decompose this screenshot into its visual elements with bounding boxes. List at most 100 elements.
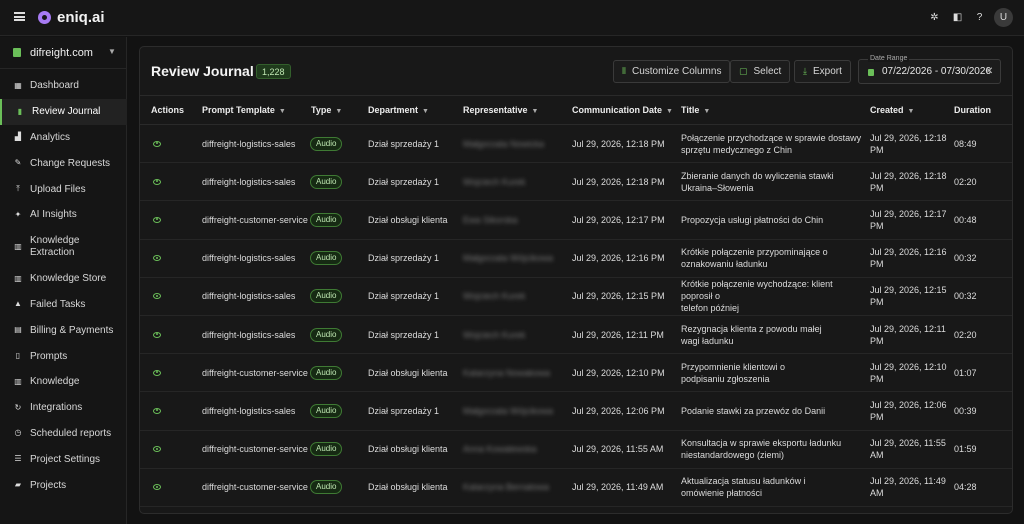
representative-name: Wojciech Kurek — [463, 329, 526, 340]
column-header-prompt-template[interactable]: Prompt Template ▼ — [202, 105, 286, 115]
communication-date-cell: Jul 29, 2026, 12:10 PM — [572, 367, 665, 378]
table-row[interactable]: diffreight-logistics-sales Audio Dział spr… — [140, 278, 1012, 316]
date-range-label: Date Range — [868, 55, 910, 62]
sidebar-item-project-settings[interactable]: ☰ Project Settings — [0, 446, 127, 472]
table-row[interactable]: diffreight-logistics-sales Audio Dział spr… — [140, 392, 1012, 431]
sidebar-item-scheduled-reports[interactable]: ◷ Scheduled reports — [0, 421, 127, 447]
prompt-template-cell: diffreight-logistics-sales — [202, 291, 296, 302]
checkbox-icon: ▢ — [739, 66, 748, 76]
title-cell: Krótkie połączenie przypominające o oznak… — [681, 246, 866, 270]
column-header-representative[interactable]: Representative ▼ — [463, 105, 538, 115]
view-icon[interactable] — [153, 140, 161, 147]
select-label: Select — [753, 66, 782, 77]
customize-columns-label: Customize Columns — [631, 66, 722, 77]
sidebar-item-failed-tasks[interactable]: ▲ Failed Tasks — [0, 292, 127, 318]
clock-icon: ◷ — [14, 428, 22, 438]
sort-icon: ▼ — [703, 108, 711, 115]
title-cell: Rezygnacja klienta z powodu małej wagi ła… — [681, 323, 866, 347]
date-range-picker[interactable]: Date Range 07/22/2026 - 07/30/2026 ✕ — [858, 55, 1001, 84]
type-badge: Audio — [310, 327, 343, 342]
text-line: Jul 29, 2026, 12:06 — [870, 399, 947, 410]
sidebar-item-label: Upload Files — [30, 183, 86, 195]
sidebar-item-integrations[interactable]: ↻ Integrations — [0, 395, 127, 421]
text-line: Jul 29, 2026, 11:49 — [870, 476, 946, 487]
page-title: Review Journal — [151, 63, 254, 79]
column-header-label: Created — [870, 105, 904, 115]
column-header-label: Title — [681, 105, 700, 115]
table-row[interactable]: diffreight-customer-service Audio Dział ob… — [140, 469, 1012, 507]
department-cell: Dział sprzedaży 1 — [368, 138, 440, 149]
panel-icon[interactable]: ◧ — [952, 12, 963, 23]
representative-name: Katarzyna Bernatowa — [463, 482, 550, 493]
column-header-department[interactable]: Department ▼ — [368, 105, 429, 115]
view-icon[interactable] — [153, 293, 161, 300]
prompt-template-cell: diffreight-logistics-sales — [202, 176, 296, 187]
column-header-title[interactable]: Title ▼ — [681, 105, 710, 115]
created-cell: Jul 29, 2026, 11:49 AM — [870, 475, 950, 499]
sidebar-item-prompts[interactable]: ▯ Prompts — [0, 343, 127, 369]
select-button[interactable]: ▢ Select — [730, 60, 791, 83]
column-header-communication-date[interactable]: Communication Date ▼ — [572, 105, 673, 115]
export-button[interactable]: ⤓ Export — [794, 60, 851, 83]
view-icon[interactable] — [153, 331, 161, 338]
settings-wheel-icon[interactable]: ✲ — [929, 12, 940, 23]
view-icon[interactable] — [153, 369, 161, 376]
sidebar-item-dashboard[interactable]: ▦ Dashboard — [0, 73, 127, 99]
text-line: Jul 29, 2026, 12:11 — [870, 323, 946, 334]
column-header-created[interactable]: Created ▼ — [870, 105, 914, 115]
column-header-label: Representative — [463, 105, 528, 115]
sidebar-item-projects[interactable]: ▰ Projects — [0, 472, 127, 498]
sidebar-item-analytics[interactable]: ▟ Analytics — [0, 125, 127, 151]
created-cell: Jul 29, 2026, 12:17 PM — [870, 208, 950, 232]
view-icon[interactable] — [153, 446, 161, 453]
title-cell: Konsultacja w sprawie eksportu ładunku ni… — [681, 437, 866, 461]
view-icon[interactable] — [153, 407, 161, 414]
communication-date-cell: Jul 29, 2026, 12:18 PM — [572, 138, 665, 149]
table-row[interactable]: diffreight-logistics-sales Audio Dział spr… — [140, 125, 1012, 164]
customize-columns-button[interactable]: ⦀ Customize Columns — [613, 60, 731, 83]
text-line: Jul 29, 2026, 11:55 — [870, 438, 946, 449]
sort-icon: ▼ — [531, 108, 539, 115]
communication-date-cell: Jul 29, 2026, 12:11 PM — [572, 329, 664, 340]
column-header-type[interactable]: Type ▼ — [311, 105, 342, 115]
table-row[interactable]: diffreight-customer-service Audio Dział ob… — [140, 354, 1012, 393]
sidebar-item-billing-payments[interactable]: ▤ Billing & Payments — [0, 317, 127, 343]
text-line: Aktualizacja statusu ładunków i — [681, 476, 806, 487]
view-icon[interactable] — [153, 178, 161, 185]
menu-icon[interactable] — [14, 12, 25, 21]
sidebar-item-label: Dashboard — [30, 80, 79, 92]
prompt-template-cell: diffreight-logistics-sales — [202, 138, 296, 149]
table-row[interactable]: diffreight-logistics-sales Audio Dział spr… — [140, 240, 1012, 278]
sidebar: difreight.com ▼ ▦ Dashboard ▮ Review Journa… — [0, 37, 127, 524]
table-row[interactable]: diffreight-customer-service Audio Dział ob… — [140, 201, 1012, 240]
workspace-selector[interactable]: difreight.com ▼ — [0, 37, 127, 69]
text-line: podpisaniu zgłoszenia — [681, 373, 770, 384]
communication-date-cell: Jul 29, 2026, 12:06 PM — [572, 405, 665, 416]
view-icon[interactable] — [153, 255, 161, 262]
department-cell: Dział obsługi klienta — [368, 482, 448, 493]
sidebar-item-change-requests[interactable]: ✎ Change Requests — [0, 150, 127, 176]
help-icon[interactable]: ? — [974, 12, 985, 23]
created-cell: Jul 29, 2026, 12:06 PM — [870, 399, 950, 423]
sidebar-item-ai-insights[interactable]: ✦ AI Insights — [0, 202, 127, 228]
sort-icon: ▼ — [335, 108, 343, 115]
sidebar-item-knowledge-store[interactable]: ▥ Knowledge Store — [0, 266, 127, 292]
view-icon[interactable] — [153, 484, 161, 491]
sidebar-item-knowledge-extraction[interactable]: ▥ Knowledge Extraction — [0, 228, 127, 266]
column-header-label: Prompt Template — [202, 105, 275, 115]
table-row[interactable]: diffreight-logistics-sales Audio Dział spr… — [140, 316, 1012, 355]
avatar[interactable]: U — [994, 8, 1013, 27]
table-row[interactable]: diffreight-logistics-sales Audio Dział spr… — [140, 163, 1012, 202]
duration-cell: 08:49 — [954, 138, 977, 149]
table-row[interactable]: diffreight-customer-service Audio Dział ob… — [140, 431, 1012, 469]
created-cell: Jul 29, 2026, 12:18 PM — [870, 132, 950, 156]
prompt-template-cell: diffreight-customer-service — [202, 214, 308, 225]
view-icon[interactable] — [153, 216, 161, 223]
sidebar-item-upload-files[interactable]: ⤒ Upload Files — [0, 176, 127, 202]
representative-cell: Małgorzata Nowicka — [463, 138, 544, 150]
representative-cell: Ewa Sikorska — [463, 214, 518, 226]
sidebar-item-review-journal[interactable]: ▮ Review Journal — [0, 98, 127, 125]
bank-icon: ▤ — [14, 325, 22, 335]
clear-icon[interactable]: ✕ — [985, 66, 993, 77]
sidebar-item-knowledge[interactable]: ▥ Knowledge — [0, 369, 127, 395]
